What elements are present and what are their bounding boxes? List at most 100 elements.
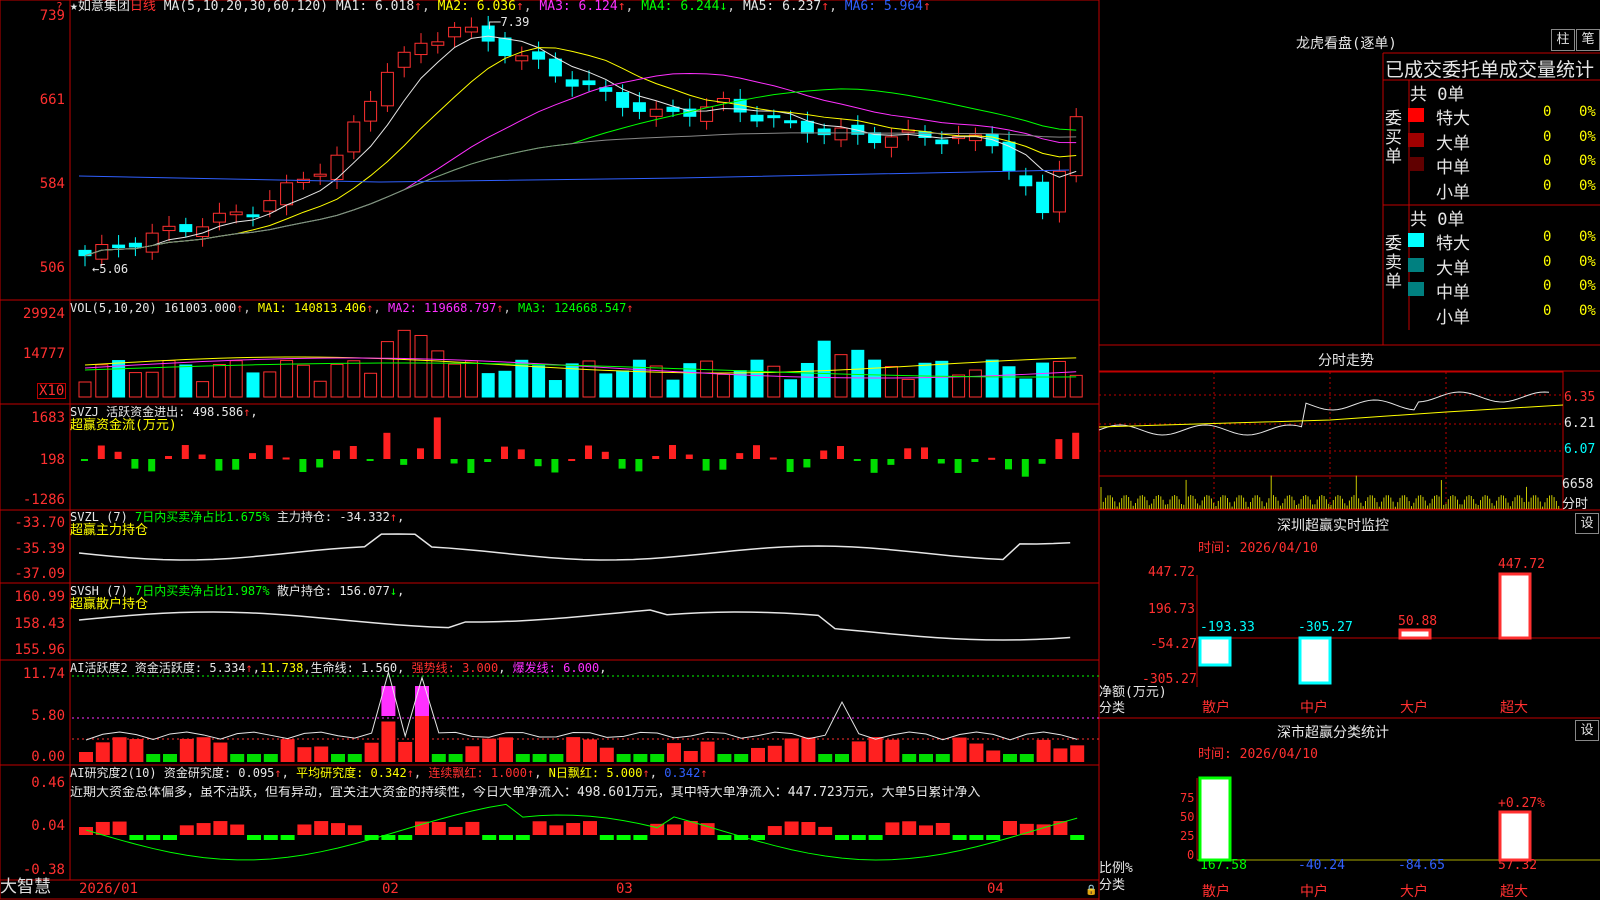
row-name: 特大 [1436, 234, 1470, 254]
activity-bar [381, 721, 396, 762]
volume-bar [212, 364, 226, 398]
volume-bar [1036, 362, 1050, 398]
flow-bar [433, 417, 441, 459]
sz-monitor-settings-button[interactable]: 设 [1575, 513, 1599, 534]
activity-bar [465, 746, 480, 762]
research-bar [935, 822, 950, 835]
candle [464, 26, 478, 33]
flow-bar [249, 453, 256, 459]
activity-bar [902, 754, 917, 762]
volume-bar [1002, 366, 1016, 398]
volume-bar [968, 369, 982, 398]
order-size-row: 中单 0 0% [1386, 153, 1600, 178]
ratio-bar [1498, 810, 1532, 862]
sz-class-settings-button[interactable]: 设 [1575, 720, 1599, 741]
activity-bar [599, 747, 614, 762]
candle [397, 51, 411, 68]
research-bar [583, 821, 597, 835]
favorite-star-icon[interactable]: ★ [70, 0, 78, 14]
flow-bar [282, 457, 290, 460]
lock-icon[interactable]: 🔒 [1085, 884, 1097, 898]
volume-bar [162, 359, 176, 398]
activity-bar [230, 754, 245, 762]
activity-bar [583, 739, 597, 762]
row-count: 0 [1543, 104, 1552, 120]
flow-bar [316, 459, 324, 468]
volume-bar [1019, 378, 1033, 398]
ytick: 155.96 [14, 642, 65, 658]
candle [112, 244, 126, 249]
net-flow-bar [1298, 636, 1332, 685]
flow-bar [1038, 459, 1046, 464]
category-label: 散户 [1202, 700, 1230, 716]
research-bar [297, 824, 312, 835]
ytick: 196.73 [1148, 602, 1195, 617]
flow-bar [853, 459, 861, 461]
intraday-volume-label: 分时 [1562, 497, 1589, 512]
value-label: 50.88 [1398, 614, 1438, 629]
activity-bar [347, 754, 362, 762]
dragon-header: 已成交委托单成交量统计 [1385, 59, 1595, 81]
research-bar [263, 835, 278, 840]
row-pct: 0% [1579, 177, 1596, 194]
candle [212, 212, 226, 223]
candle [767, 115, 781, 119]
flow-bar [601, 451, 609, 459]
row-pct: 0% [1579, 128, 1596, 145]
candle [431, 41, 445, 46]
flow-bar [97, 445, 105, 459]
research-bar [146, 835, 161, 840]
flow-bar [887, 459, 895, 465]
period-label[interactable]: 日线 [130, 0, 156, 14]
research-bar [213, 821, 228, 835]
volume-bar [498, 370, 512, 398]
flow-bar [417, 448, 424, 459]
ytick: 11.74 [22, 666, 65, 682]
activity-line [85, 670, 1078, 741]
flow-bar [349, 445, 357, 459]
bar-mode-button[interactable]: 柱 [1551, 29, 1575, 51]
ytick: -37.09 [14, 566, 65, 582]
volume-bar [1052, 360, 1066, 398]
order-size-row: 特大 0 0% [1386, 104, 1600, 129]
volume-bar [246, 372, 260, 398]
volume-bar [901, 378, 915, 398]
tick-mode-button[interactable]: 笔 [1576, 29, 1600, 51]
volume-bar [632, 359, 646, 398]
flow-bar [870, 459, 878, 473]
row-pct: 0% [1579, 302, 1596, 319]
activity-bar [146, 754, 161, 762]
research-bar [667, 824, 681, 835]
volume-bar [263, 371, 277, 398]
activity-bar [1003, 754, 1017, 762]
row-name: 中单 [1436, 158, 1470, 178]
activity-bar [112, 737, 127, 762]
category-label: 大户 [1400, 700, 1428, 716]
x-label: 03 [616, 881, 633, 897]
x-label: 04 [987, 881, 1004, 897]
research-bar [1019, 823, 1034, 835]
ytick: 6.35 [1564, 390, 1596, 405]
candle [364, 100, 378, 122]
activity-bar [650, 754, 665, 762]
volume-bar [78, 381, 92, 398]
svsh-subtitle: 超赢散户持仓 [70, 597, 149, 612]
candle [834, 127, 848, 141]
order-size-row: 中单 0 0% [1386, 278, 1600, 303]
research-bar [919, 825, 933, 835]
activity-bar [398, 741, 413, 762]
ytick: 198 [39, 452, 65, 468]
chart-canvas[interactable] [0, 0, 1600, 900]
flow-bar [921, 447, 928, 459]
color-swatch [1408, 108, 1424, 122]
volume-bar [784, 379, 798, 398]
activity-bar [79, 752, 93, 762]
order-size-row: 小单 0 0% [1386, 177, 1600, 203]
research-bar [415, 821, 429, 835]
volume-bar [750, 359, 764, 398]
svsh-header: SVSH (7) 7日内买卖净占比1.987% 散户持仓: 156.077↓, [70, 584, 405, 598]
research-bar [1070, 835, 1085, 840]
activity-bar [179, 738, 194, 762]
value-label: -305.27 [1298, 620, 1353, 635]
volume-bar [532, 365, 546, 398]
